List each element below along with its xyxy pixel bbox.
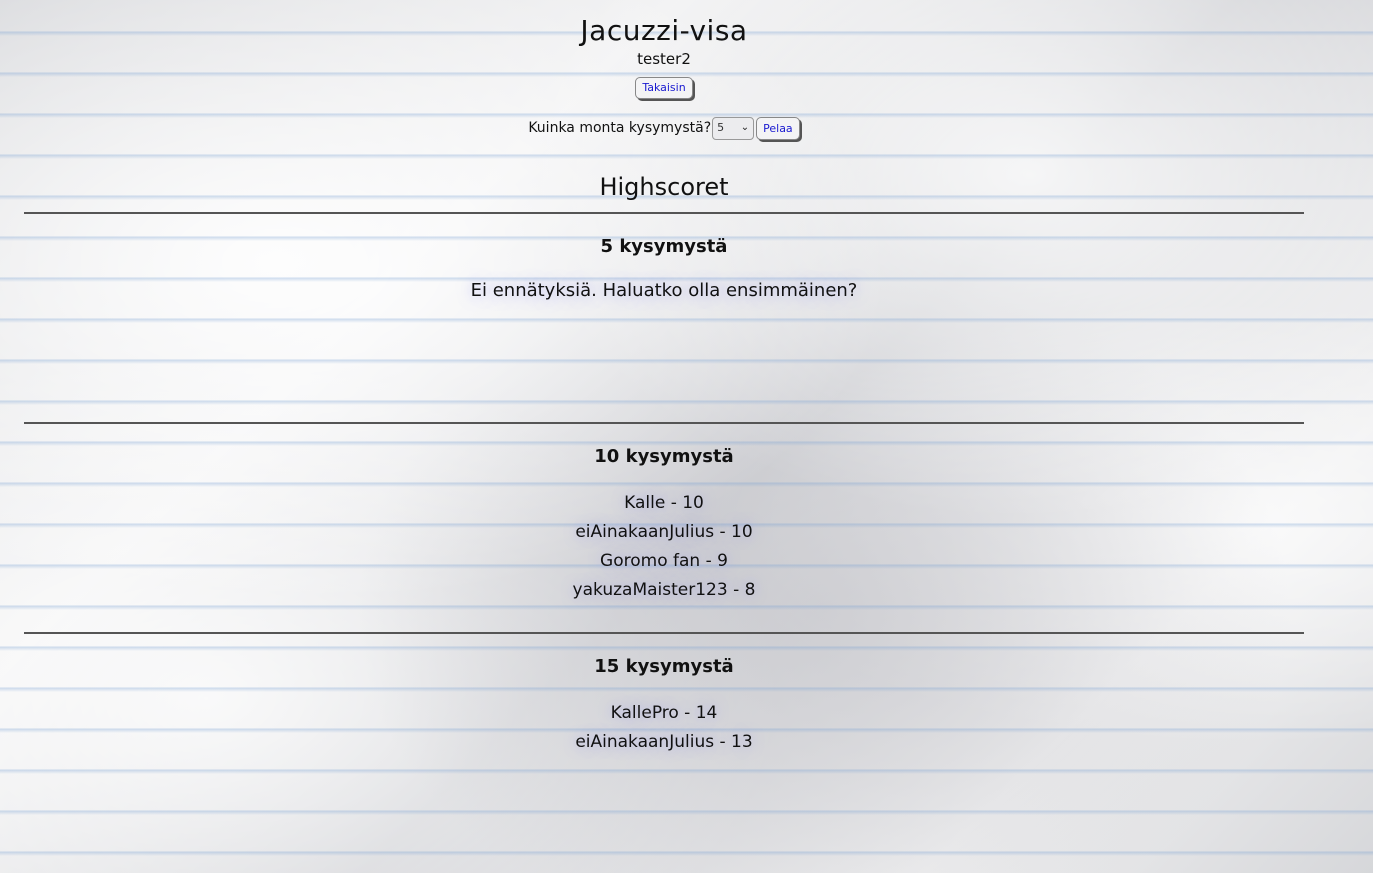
highscore-section-10: 10 kysymystä Kalle - 10 eiAinakaanJulius… xyxy=(24,424,1304,632)
play-form: Kuinka monta kysymystä? 5 ⌄ Pelaa xyxy=(24,116,1304,140)
highscores-heading: Highscoret xyxy=(599,173,729,201)
score-entry: Goromo fan - 9 xyxy=(600,551,728,571)
score-entry: Kalle - 10 xyxy=(624,493,704,513)
question-count-select[interactable]: 5 ⌄ xyxy=(712,116,755,140)
score-list: Kalle - 10 eiAinakaanJulius - 10 Goromo … xyxy=(24,489,1304,605)
score-entry: eiAinakaanJulius - 10 xyxy=(575,522,753,542)
question-count-value: 5 xyxy=(717,121,725,134)
chevron-down-icon: ⌄ xyxy=(740,122,750,133)
section-title: 15 kysymystä xyxy=(594,656,734,677)
score-entry: yakuzaMaister123 - 8 xyxy=(572,580,756,600)
app-title: Jacuzzi-visa xyxy=(580,14,748,47)
empty-message: Ei ennätyksiä. Haluatko olla ensimmäinen… xyxy=(470,280,858,301)
score-list: KallePro - 14 eiAinakaanJulius - 13 xyxy=(24,699,1304,757)
section-title: 10 kysymystä xyxy=(594,446,734,467)
section-title: 5 kysymystä xyxy=(600,236,728,257)
highscore-section-15: 15 kysymystä KallePro - 14 eiAinakaanJul… xyxy=(24,634,1304,842)
question-count-label: Kuinka monta kysymystä? xyxy=(528,120,712,136)
play-button[interactable]: Pelaa xyxy=(756,116,800,140)
highscore-section-5: 5 kysymystä Ei ennätyksiä. Haluatko olla… xyxy=(24,214,1304,422)
page: Jacuzzi-visa tester2 Takaisin Kuinka mon… xyxy=(24,0,1304,842)
score-entry: KallePro - 14 xyxy=(610,703,718,723)
back-button[interactable]: Takaisin xyxy=(635,77,693,99)
score-entry: eiAinakaanJulius - 13 xyxy=(575,732,753,752)
username: tester2 xyxy=(637,50,691,68)
